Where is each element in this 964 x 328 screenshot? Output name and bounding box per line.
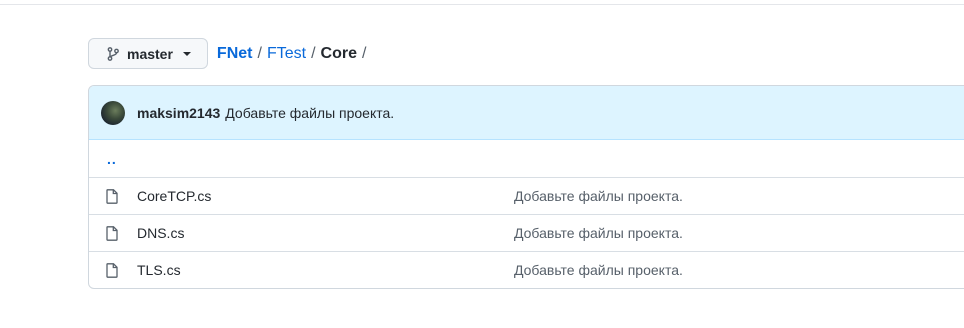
file-icon xyxy=(106,189,118,207)
parent-directory-row[interactable]: .. xyxy=(89,140,964,177)
breadcrumb-separator: / xyxy=(311,44,316,62)
file-name-link[interactable]: TLS.cs xyxy=(137,262,181,278)
commit-message-link[interactable]: Добавьте файлы проекта. xyxy=(225,105,394,121)
breadcrumb-folder-link[interactable]: FTest xyxy=(267,45,306,63)
breadcrumb-separator: / xyxy=(361,44,367,62)
branch-name: master xyxy=(127,45,173,62)
avatar[interactable] xyxy=(101,100,125,125)
breadcrumb-repo-link[interactable]: FNet xyxy=(217,45,253,63)
breadcrumb: FNet / FTest / Core / xyxy=(217,45,372,63)
breadcrumb-current: Core xyxy=(320,44,357,62)
latest-commit-bar: maksim2143 Добавьте файлы проекта. xyxy=(89,86,964,140)
file-browser: maksim2143 Добавьте файлы проекта. .. Co… xyxy=(88,85,964,289)
parent-directory-link[interactable]: .. xyxy=(89,151,117,167)
file-icon xyxy=(106,226,118,244)
file-name-link[interactable]: CoreTCP.cs xyxy=(137,188,211,204)
git-branch-icon xyxy=(107,46,119,61)
branch-select-button[interactable]: master xyxy=(88,38,208,69)
file-row[interactable]: TLS.cs Добавьте файлы проекта. xyxy=(89,251,964,288)
path-navigation: master FNet / FTest / Core / xyxy=(88,38,371,69)
file-commit-message-link[interactable]: Добавьте файлы проекта. xyxy=(514,225,683,241)
file-name-link[interactable]: DNS.cs xyxy=(137,225,184,241)
file-commit-message-link[interactable]: Добавьте файлы проекта. xyxy=(514,262,683,278)
commit-author-link[interactable]: maksim2143 xyxy=(137,105,220,121)
file-icon xyxy=(106,263,118,281)
file-row[interactable]: CoreTCP.cs Добавьте файлы проекта. xyxy=(89,177,964,214)
chevron-down-icon xyxy=(182,51,191,56)
breadcrumb-separator: / xyxy=(257,44,262,62)
top-divider xyxy=(0,4,964,5)
file-row[interactable]: DNS.cs Добавьте файлы проекта. xyxy=(89,214,964,251)
file-commit-message-link[interactable]: Добавьте файлы проекта. xyxy=(514,188,683,204)
